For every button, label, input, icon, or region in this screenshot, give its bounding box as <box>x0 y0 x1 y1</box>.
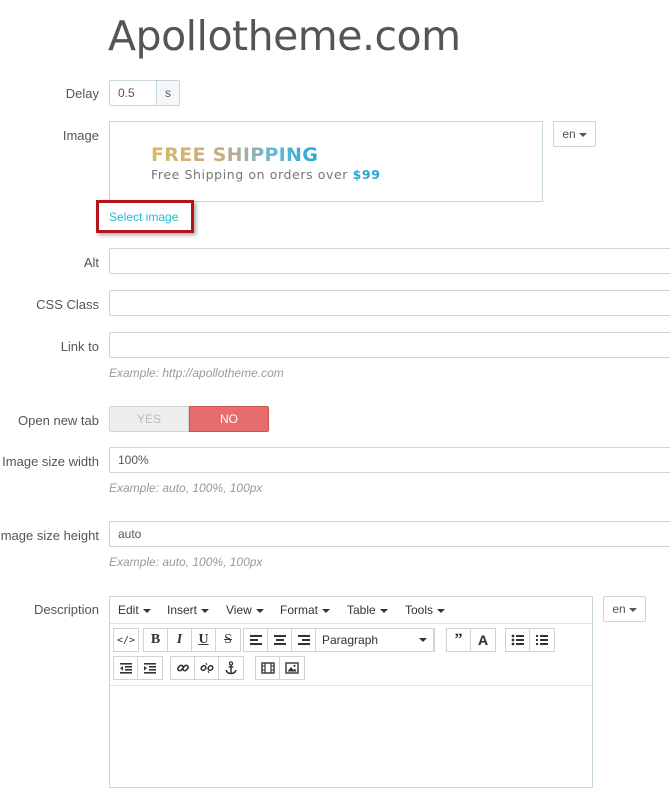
numbered-list-icon[interactable] <box>530 629 554 651</box>
bold-icon[interactable]: B <box>144 629 168 651</box>
outdent-icon[interactable] <box>114 657 138 679</box>
image-icon[interactable] <box>280 657 304 679</box>
banner-title: FREE SHIPPING <box>151 144 319 166</box>
menu-table[interactable]: Table <box>347 603 388 617</box>
css-class-label: CSS Class <box>36 297 99 312</box>
open-new-tab-label: Open new tab <box>18 413 99 428</box>
align-right-icon[interactable] <box>292 629 316 651</box>
format-select[interactable]: Paragraph <box>316 629 434 651</box>
description-language-value: en <box>612 602 626 616</box>
toolbar-group-text-style: B I U S <box>143 628 241 652</box>
strikethrough-icon[interactable]: S <box>216 629 240 651</box>
toolbar-group-align: Paragraph <box>243 628 435 652</box>
toolbar-group-block: ” A <box>446 628 496 652</box>
select-image-link[interactable]: Select image <box>109 210 178 224</box>
chevron-down-icon <box>255 608 264 613</box>
chevron-down-icon <box>437 608 446 613</box>
menu-edit[interactable]: Edit <box>118 603 151 617</box>
toolbar-group-media <box>255 656 305 680</box>
underline-icon[interactable]: U <box>192 629 216 651</box>
page-title: Apollotheme.com <box>108 12 461 60</box>
banner-subtitle: Free Shipping on orders over $99 <box>151 167 381 182</box>
open-new-tab-yes[interactable]: YES <box>109 406 189 432</box>
image-width-input[interactable]: 100% <box>109 447 670 473</box>
banner-subtitle-text: Free Shipping on orders over <box>151 167 349 182</box>
chevron-down-icon <box>628 607 637 612</box>
alt-input[interactable] <box>109 248 670 274</box>
image-label: Image <box>62 128 99 143</box>
css-class-input[interactable] <box>109 290 670 316</box>
toolbar-group-links <box>170 656 244 680</box>
editor-content-area[interactable] <box>110 685 592 787</box>
image-width-label: Image size width <box>2 454 99 469</box>
toolbar-group-indent <box>113 656 163 680</box>
unlink-icon[interactable] <box>195 657 219 679</box>
media-icon[interactable] <box>256 657 280 679</box>
link-to-input[interactable] <box>109 332 670 358</box>
delay-input[interactable]: 0.5 <box>109 80 157 106</box>
image-height-label: Image size height <box>0 528 99 543</box>
delay-label: Delay <box>65 86 99 101</box>
menu-tools[interactable]: Tools <box>405 603 446 617</box>
menu-insert[interactable]: Insert <box>167 603 210 617</box>
menu-format[interactable]: Format <box>280 603 331 617</box>
align-left-icon[interactable] <box>244 629 268 651</box>
banner-price: $99 <box>352 167 381 182</box>
text-color-icon[interactable]: A <box>471 629 495 651</box>
image-preview: FREE SHIPPING Free Shipping on orders ov… <box>109 121 543 202</box>
link-icon[interactable] <box>171 657 195 679</box>
image-language-value: en <box>562 127 576 141</box>
toolbar-group-code: </> <box>113 628 139 652</box>
menu-view[interactable]: View <box>226 603 264 617</box>
image-height-input[interactable]: auto <box>109 521 670 547</box>
chevron-down-icon <box>578 132 587 137</box>
format-select-value: Paragraph <box>322 633 379 647</box>
alt-label: Alt <box>83 255 99 270</box>
blockquote-icon[interactable]: ” <box>447 629 471 651</box>
chevron-down-icon <box>201 608 210 613</box>
open-new-tab-no[interactable]: NO <box>189 406 269 432</box>
description-editor: Edit Insert View Format Table Tools </> … <box>109 596 593 788</box>
chevron-down-icon <box>142 608 151 613</box>
chevron-down-icon <box>322 608 331 613</box>
code-icon[interactable]: </> <box>114 629 138 651</box>
anchor-icon[interactable] <box>219 657 243 679</box>
italic-icon[interactable]: I <box>168 629 192 651</box>
description-language-dropdown[interactable]: en <box>603 596 646 622</box>
image-width-help: Example: auto, 100%, 100px <box>109 481 263 495</box>
delay-unit-addon: s <box>156 80 180 106</box>
link-to-label: Link to <box>60 339 99 354</box>
link-to-help: Example: http://apollotheme.com <box>109 366 284 380</box>
align-center-icon[interactable] <box>268 629 292 651</box>
image-language-dropdown[interactable]: en <box>553 121 596 147</box>
toolbar-group-lists <box>505 628 555 652</box>
bullet-list-icon[interactable] <box>506 629 530 651</box>
indent-icon[interactable] <box>138 657 162 679</box>
description-label: Description <box>33 602 99 617</box>
chevron-down-icon <box>379 608 388 613</box>
image-height-help: Example: auto, 100%, 100px <box>109 555 263 569</box>
editor-menubar: Edit Insert View Format Table Tools <box>110 597 592 624</box>
chevron-down-icon <box>419 638 427 642</box>
